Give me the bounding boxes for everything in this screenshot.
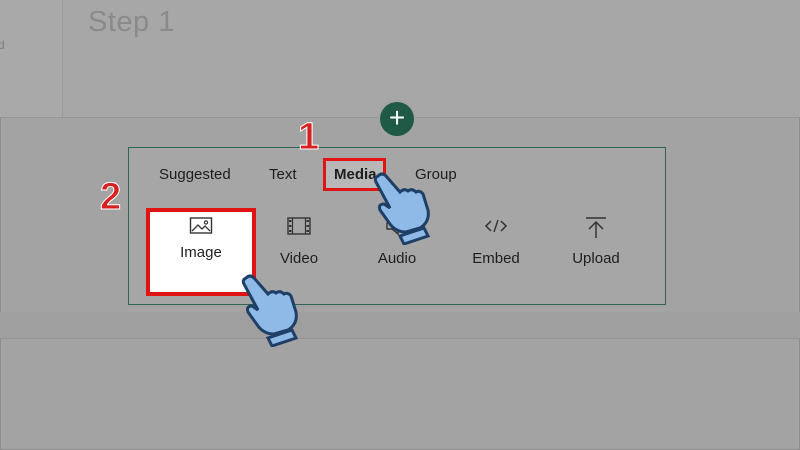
tab-text[interactable]: Text [269, 166, 297, 183]
media-item-embed[interactable]: Embed [451, 212, 541, 284]
image-icon [150, 216, 252, 238]
page-title[interactable]: Step 1 [88, 6, 175, 39]
media-item-label: Image [180, 244, 222, 261]
media-item-label: Video [279, 250, 319, 267]
media-item-label: Embed [472, 250, 520, 267]
pointing-hand-icon [373, 172, 431, 245]
media-item-label: Audio [377, 250, 417, 267]
code-icon [451, 216, 541, 238]
pointing-hand-icon [241, 274, 299, 347]
upload-icon [551, 216, 641, 238]
callout-number-2: 2 [99, 176, 122, 219]
section-divider-lower [0, 338, 800, 339]
tab-suggested[interactable]: Suggested [159, 166, 231, 183]
media-item-label: Upload [572, 250, 620, 267]
left-thumbnail-panel: d [0, 0, 63, 118]
thumbnail-text-fragment: d [0, 38, 5, 52]
media-item-upload[interactable]: Upload [551, 212, 641, 284]
section-footer-band [0, 312, 800, 338]
film-icon [254, 216, 344, 238]
callout-number-1: 1 [297, 116, 320, 159]
insert-content-button[interactable]: + [380, 102, 414, 136]
